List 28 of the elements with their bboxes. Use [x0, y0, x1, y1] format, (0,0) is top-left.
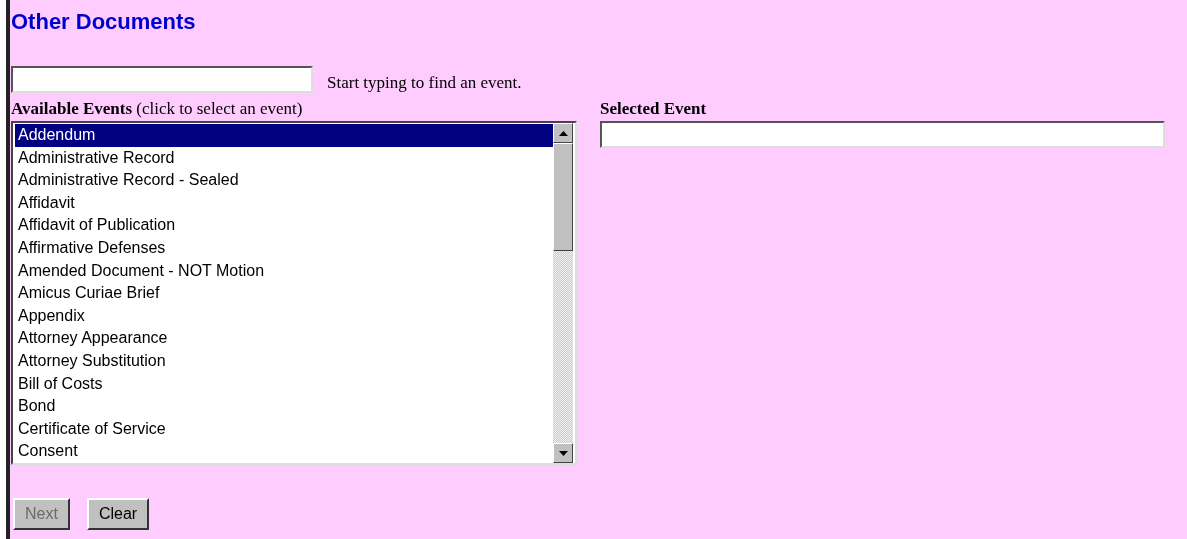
event-option[interactable]: Affidavit: [15, 191, 553, 215]
scroll-thumb[interactable]: [553, 143, 573, 251]
scroll-down-button[interactable]: [553, 443, 573, 463]
down-arrow-icon: [558, 450, 568, 456]
event-option[interactable]: Bill of Costs: [15, 372, 553, 396]
event-option[interactable]: Consent: [15, 440, 553, 463]
event-option[interactable]: Appendix: [15, 304, 553, 328]
event-option[interactable]: Addendum: [15, 124, 553, 147]
form-button[interactable]: Clear: [86, 498, 150, 530]
event-option[interactable]: Attorney Appearance: [15, 327, 553, 350]
up-arrow-icon: [558, 130, 568, 136]
available-events-label: Available Events (click to select an event): [11, 98, 303, 120]
search-hint: Start typing to find an event.: [327, 73, 522, 93]
event-list[interactable]: [11, 121, 577, 465]
event-option[interactable]: Amicus Curiae Brief: [15, 282, 553, 305]
scroll-up-button[interactable]: [553, 123, 573, 143]
selected-event-field[interactable]: [600, 121, 1165, 148]
selected-event-label: Selected Event: [600, 98, 707, 120]
event-option[interactable]: Administrative Record - Sealed: [15, 169, 553, 192]
event-option[interactable]: Administrative Record: [15, 146, 553, 170]
search-field[interactable]: [11, 66, 313, 93]
event-option[interactable]: Attorney Substitution: [15, 349, 553, 373]
event-option[interactable]: Affirmative Defenses: [15, 236, 553, 260]
event-option[interactable]: Bond: [15, 395, 553, 418]
event-option[interactable]: Certificate of Service: [15, 417, 553, 441]
event-option[interactable]: Amended Document - NOT Motion: [15, 259, 553, 283]
event-option[interactable]: Affidavit of Publication: [15, 214, 553, 237]
page-title: Other Documents: [11, 8, 196, 36]
